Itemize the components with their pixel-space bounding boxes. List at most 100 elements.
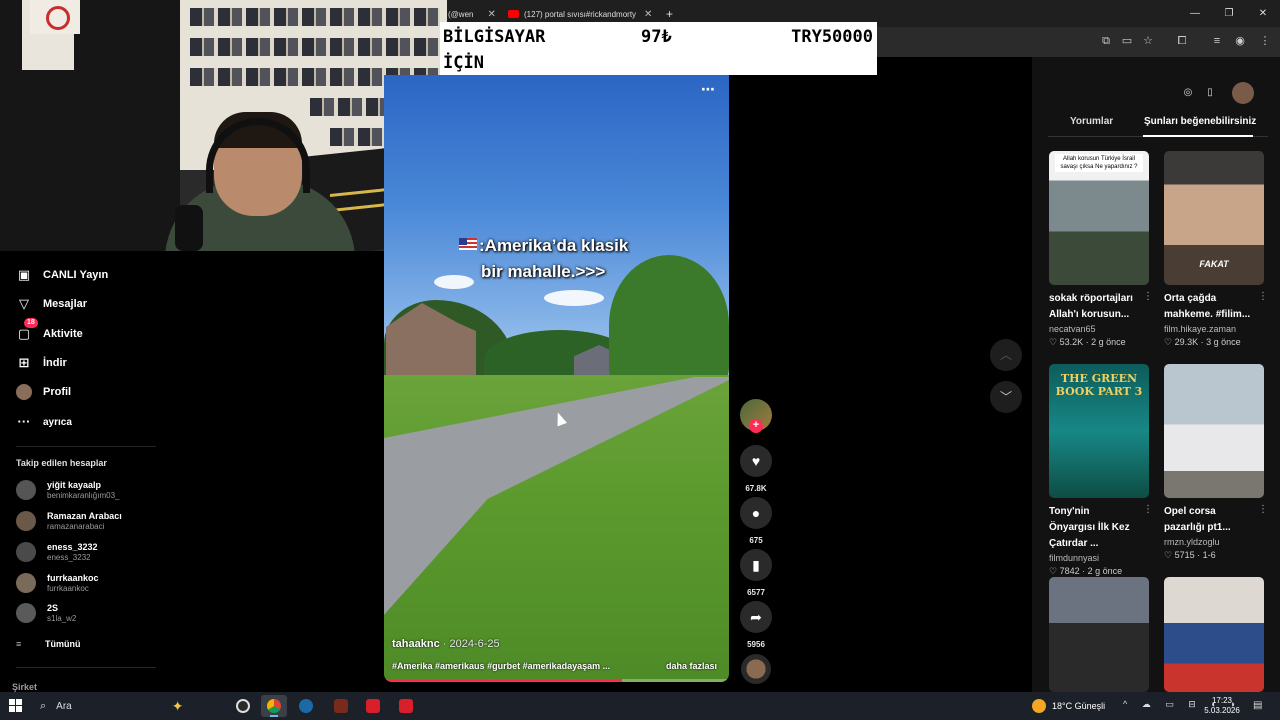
tab-title: (127) portal sıvısı#rickandmorty [524,9,637,19]
comment-icon[interactable]: ● [740,497,772,529]
media-app-icon[interactable] [360,695,386,717]
share-arrow-icon[interactable]: ➦ [740,601,772,633]
translate-icon[interactable]: ⧉ [1099,34,1113,48]
company-link[interactable]: Şirket [12,682,37,692]
more-icon: ··· [17,414,31,429]
profile-icon[interactable]: ◉ [1233,34,1247,48]
notification-icon[interactable]: ▤ [1253,700,1262,711]
steam-app-icon[interactable] [293,695,319,717]
suggested-video-card[interactable]: FAKAT Orta çağda mahkeme. #filim... ⋮ fi… [1164,151,1268,348]
sidebar-item-upload[interactable]: ⊞ İndir [16,353,67,373]
suggested-video-card[interactable] [1049,577,1149,692]
windows-taskbar: ⌕ Ara ✦ 18°C Güneşli ^ ☁ ▭ ⊟ ◖ ◗ 17:23 5… [0,692,1280,720]
chrome-app-icon[interactable] [261,695,287,717]
card-meta: ♡ 7842 · 2 g önce [1049,566,1123,576]
tab-comments[interactable]: Yorumlar [1070,116,1113,127]
bookmark-star-icon[interactable]: ☆ [1141,34,1155,48]
window-controls: — ❐ ✕ [1178,0,1280,27]
save-count: 6577 [747,588,765,597]
close-window-button[interactable]: ✕ [1246,0,1280,27]
more-link[interactable]: daha fazlası [666,661,717,671]
media-app-icon-2[interactable] [393,695,419,717]
taskbar-search[interactable]: ⌕ Ara ✦ [33,692,223,720]
shelf-row [190,38,440,56]
clock-time: 17:23 [1211,696,1233,705]
card-menu-icon[interactable]: ⋮ [1258,291,1268,302]
user-avatar[interactable] [1232,82,1254,104]
us-flag-icon [459,238,477,250]
tab-you-may-like[interactable]: Şunları beğenebilirsiniz [1144,116,1256,127]
video-thumbnail[interactable] [1164,364,1264,498]
avatar [16,480,36,500]
cast-icon[interactable]: ▭ [1120,34,1134,48]
game-app-icon[interactable] [328,695,354,717]
divider [16,446,156,447]
taskbar-clock[interactable]: 17:23 5.03.2026 [1199,696,1245,716]
cloud [544,290,604,306]
windows-start-icon[interactable] [9,699,23,713]
compass-icon[interactable]: ◎ [1177,82,1199,104]
video-thumbnail[interactable]: FAKAT [1164,151,1264,285]
heart-icon[interactable]: ♥ [740,445,772,477]
video-player[interactable]: ⋯ :Amerika’da klasik bir mahalle.>>> tah… [384,75,729,682]
see-all-label: Tümünü [45,639,81,649]
sidebar-item-more[interactable]: ··· ayrıca [16,412,72,432]
following-account[interactable]: Ramazan Arabacı ramazanarabaci [16,511,122,531]
follow-button[interactable]: + [749,419,763,433]
thumb-caption: THE GREEN BOOK PART 3 [1055,372,1143,398]
sidebar-item-label: Profil [43,386,72,398]
bookmark-icon[interactable]: ▮ [740,549,772,581]
card-menu-icon[interactable]: ⋮ [1143,291,1153,302]
like-action[interactable]: ♥ 67.8K [740,445,772,493]
video-author-line[interactable]: tahaaknc · 2024-6-25 [392,638,500,650]
device-icon[interactable]: ▯ [1199,82,1221,104]
sidebar-item-live[interactable]: ▣ CANLI Yayın [16,265,108,285]
close-tab-icon[interactable]: ✕ [644,9,652,20]
video-thumbnail[interactable]: THE GREEN BOOK PART 3 [1049,364,1149,498]
obs-app-icon[interactable] [230,695,256,717]
goal-amount: 97₺ [641,27,672,47]
suggested-video-card[interactable]: THE GREEN BOOK PART 3 Tony'nin Önyargısı… [1049,364,1153,577]
card-title: sokak röportajları Allah'ı korusun... [1049,293,1133,320]
account-handle: eness_3232 [47,553,91,562]
sidebar-item-profile[interactable]: Profil [16,382,71,402]
next-video-button[interactable]: ﹀ [990,381,1022,413]
video-more-icon[interactable]: ⋯ [701,81,715,98]
weather-widget[interactable]: 18°C Güneşli [1032,692,1105,720]
video-hashtags[interactable]: #Amerika #amerikaus #gurbet #amerikadaya… [392,661,610,671]
share-action[interactable]: ➦ 5956 [740,601,772,649]
activity-icon: ▢ 18 [16,318,38,342]
music-disc-icon[interactable] [741,654,771,684]
video-thumbnail[interactable] [1049,577,1149,692]
card-meta: ♡ 5715 · 1-6 [1164,550,1216,560]
video-thumbnail[interactable]: Allah korusun Türkiye İsrail savaşı çıks… [1049,151,1149,285]
active-tab-indicator [1143,135,1253,137]
restore-button[interactable]: ❐ [1212,0,1246,27]
suggested-video-card[interactable] [1164,577,1264,692]
extensions-icon[interactable]: ⧠ [1175,34,1189,48]
minimize-button[interactable]: — [1178,0,1212,27]
video-thumbnail[interactable] [1164,577,1264,692]
sidebar-item-activity[interactable]: ▢ 18 Aktivite [16,318,83,344]
sidebar-item-messages[interactable]: ▽ Mesajlar [16,294,87,314]
like-count: 67.8K [745,484,767,493]
suggested-video-card[interactable]: Allah korusun Türkiye İsrail savaşı çıks… [1049,151,1153,348]
following-account[interactable]: furrkaankoc furrkaankoc [16,573,99,593]
save-action[interactable]: ▮ 6577 [740,549,772,597]
reading-list-icon[interactable]: ≡ [1210,34,1224,48]
card-menu-icon[interactable]: ⋮ [1143,504,1153,515]
plus-square-icon: ⊞ [18,355,30,370]
sidebar-item-label: ayrıca [43,416,72,428]
menu-icon[interactable]: ⋮ [1258,34,1272,48]
following-account[interactable]: eness_3232 eness_3232 [16,542,98,562]
see-all-following[interactable]: ≡ Tümünü [16,639,81,649]
following-title: Takip edilen hesaplar [16,458,107,468]
close-tab-icon[interactable]: ✕ [487,9,495,20]
card-menu-icon[interactable]: ⋮ [1258,504,1268,515]
wall-sign [30,0,80,34]
following-account[interactable]: yiğit kayaalp benimkaranlığım03_ [16,480,119,500]
following-account[interactable]: 2S s1la_w2 [16,603,76,623]
previous-video-button[interactable]: ︿ [990,339,1022,371]
suggested-video-card[interactable]: Opel corsa pazarlığı pt1... ⋮ rmzn.yldzo… [1164,364,1268,561]
comment-action[interactable]: ● 675 [740,497,772,545]
